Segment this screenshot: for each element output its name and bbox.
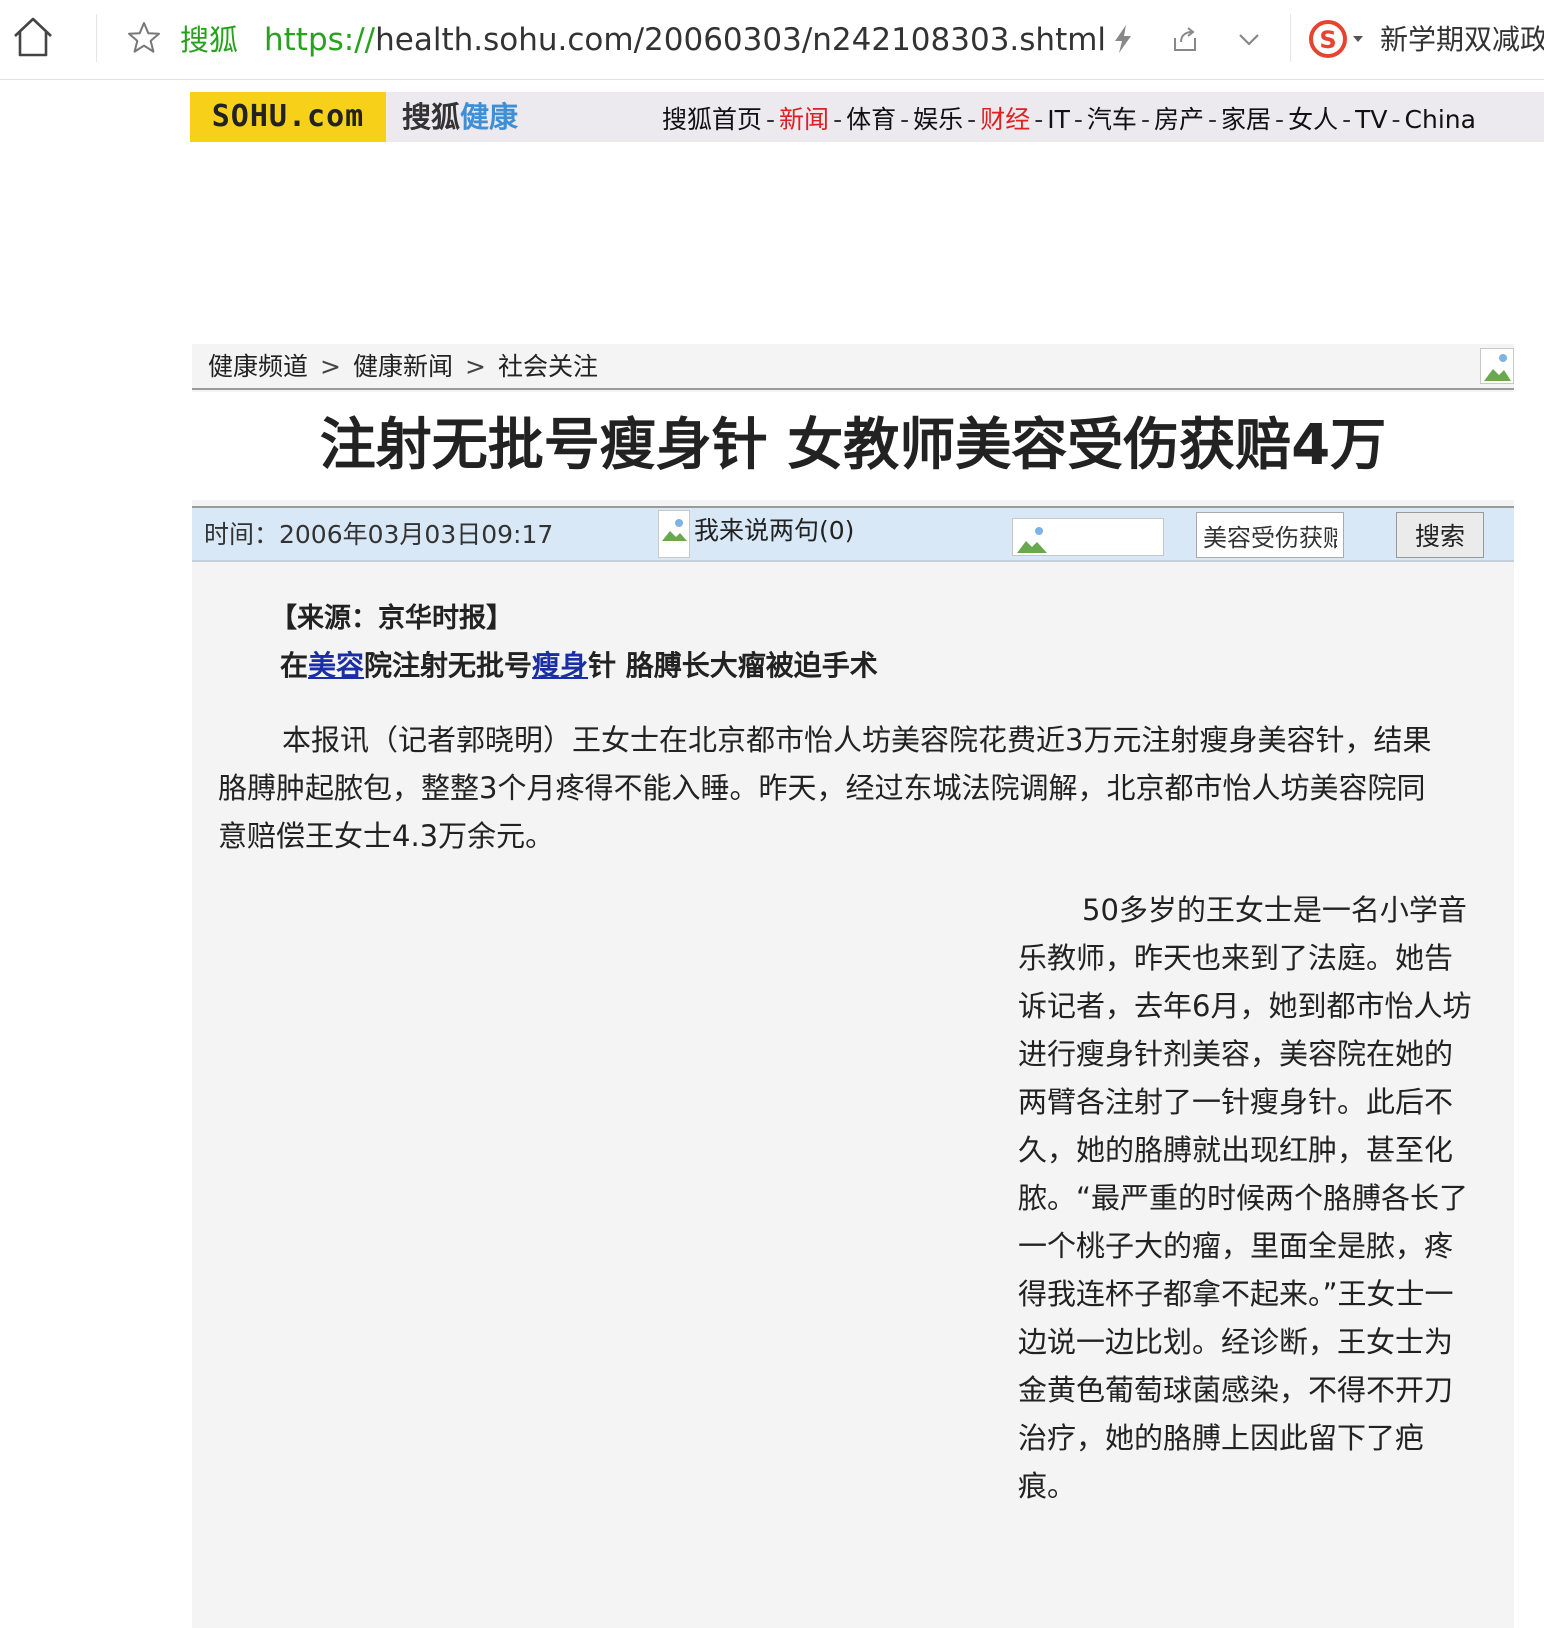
nav-separator: - <box>766 105 776 134</box>
nav-separator: - <box>900 105 910 134</box>
nav-entertainment[interactable]: 娱乐 <box>913 105 963 134</box>
nav-separator: - <box>1140 105 1150 134</box>
nav-separator: - <box>1391 105 1401 134</box>
nav-separator: - <box>1073 105 1083 134</box>
svg-text:S: S <box>1319 26 1336 54</box>
nav-separator: - <box>1034 105 1044 134</box>
home-icon[interactable] <box>10 14 56 60</box>
news-ticker[interactable]: 新学期双减政 <box>1380 20 1544 60</box>
url-scheme: https:// <box>264 22 376 58</box>
article-subtitle: 在美容院注射无批号瘦身针 胳膊长大瘤被迫手术 <box>280 644 878 684</box>
search-button[interactable]: 搜索 <box>1396 512 1484 558</box>
broken-image-icon <box>1480 348 1514 384</box>
article-headline: 注射无批号瘦身针 女教师美容受伤获赔4万 <box>319 413 1387 478</box>
caret-down-icon[interactable] <box>1352 30 1364 42</box>
health-channel-logo[interactable]: 搜狐健康 <box>402 92 518 142</box>
nav-finance[interactable]: 财经 <box>980 105 1030 134</box>
nav-china[interactable]: China <box>1405 105 1476 134</box>
sohu-logo[interactable]: SOHU.com <box>190 92 386 142</box>
site-label[interactable]: 搜狐 <box>180 20 238 60</box>
nav-separator: - <box>1275 105 1285 134</box>
nav-home-living[interactable]: 家居 <box>1221 105 1271 134</box>
address-bar[interactable]: https://health.sohu.com/20060303/n242108… <box>264 20 1106 60</box>
bookmark-star-icon[interactable] <box>126 20 162 56</box>
article-paragraph: 50多岁的王女士是一名小学音乐教师，昨天也来到了法庭。她告诉记者，去年6月，她到… <box>1018 893 1472 1503</box>
breadcrumb-health-news[interactable]: 健康新闻 <box>353 352 453 381</box>
breadcrumb: 健康频道 > 健康新闻 > 社会关注 <box>208 346 598 388</box>
top-navigation: 搜狐首页 - 新闻 - 体育 - 娱乐 - 财经 - IT - 汽车 - 房产 - 家居 - 女人 - TV - China <box>662 98 1476 142</box>
url-path: health.sohu.com/20060303/n242108303.shtm… <box>375 22 1107 58</box>
nav-auto[interactable]: 汽车 <box>1087 105 1137 134</box>
article-meta-bar: 时间：2006年03月03日09:17 我来说两句(0) 搜索 <box>192 506 1514 562</box>
nav-sports[interactable]: 体育 <box>846 105 896 134</box>
channel-logo-part: 健康 <box>460 100 519 134</box>
article-search-input[interactable] <box>1196 512 1344 558</box>
sohu-header: SOHU.com 搜狐健康 搜狐首页 - 新闻 - 体育 - 娱乐 - 财经 - IT - 汽车 - 房产 -… <box>190 92 1544 142</box>
nav-women[interactable]: 女人 <box>1288 105 1338 134</box>
headline-area: 注射无批号瘦身针 女教师美容受伤获赔4万 <box>192 392 1514 500</box>
breadcrumb-health-channel[interactable]: 健康频道 <box>208 352 308 381</box>
comment-image-icon <box>658 510 690 558</box>
keyword-link-slimming[interactable]: 瘦身 <box>532 649 588 682</box>
article-paragraph: 本报讯（记者郭晓明）王女士在北京都市怡人坊美容院花费近3万元注射瘦身美容针，结果… <box>218 723 1432 853</box>
broken-image-icon <box>1012 518 1164 556</box>
nav-it[interactable]: IT <box>1047 105 1070 134</box>
nav-separator: - <box>967 105 977 134</box>
comment-link[interactable]: 我来说两句(0) <box>694 512 854 550</box>
subtitle-text: 针 胳膊长大瘤被迫手术 <box>588 649 878 682</box>
subtitle-text: 院注射无批号 <box>364 649 533 682</box>
subtitle-text: 在 <box>280 649 309 682</box>
breadcrumb-social-focus[interactable]: 社会关注 <box>498 352 598 381</box>
sogou-search-icon[interactable]: S <box>1308 19 1348 59</box>
chevron-down-icon[interactable] <box>1232 22 1266 56</box>
article-source: 【来源：京华时报】 <box>270 603 513 634</box>
nav-tv[interactable]: TV <box>1355 105 1387 134</box>
breadcrumb-bar: 健康频道 > 健康新闻 > 社会关注 <box>192 344 1514 390</box>
browser-toolbar: 搜狐 https://health.sohu.com/20060303/n242… <box>0 0 1544 80</box>
nav-separator: - <box>833 105 843 134</box>
publish-time: 时间：2006年03月03日09:17 <box>204 520 554 549</box>
channel-logo-part: 搜狐 <box>402 100 461 134</box>
nav-news[interactable]: 新闻 <box>779 105 829 134</box>
lightning-icon[interactable] <box>1106 22 1140 56</box>
keyword-link-beauty[interactable]: 美容 <box>308 649 364 682</box>
breadcrumb-separator: > <box>464 352 486 381</box>
toolbar-divider <box>96 14 97 62</box>
nav-separator: - <box>1342 105 1352 134</box>
article-container: 健康频道 > 健康新闻 > 社会关注 注射无批号瘦身针 女教师美容受伤获赔4万 时间：2… <box>192 344 1514 1628</box>
share-icon[interactable] <box>1168 22 1202 56</box>
nav-home[interactable]: 搜狐首页 <box>662 105 762 134</box>
toolbar-divider <box>1290 14 1291 62</box>
nav-separator: - <box>1207 105 1218 134</box>
breadcrumb-separator: > <box>320 352 341 381</box>
nav-house[interactable]: 房产 <box>1154 105 1204 134</box>
